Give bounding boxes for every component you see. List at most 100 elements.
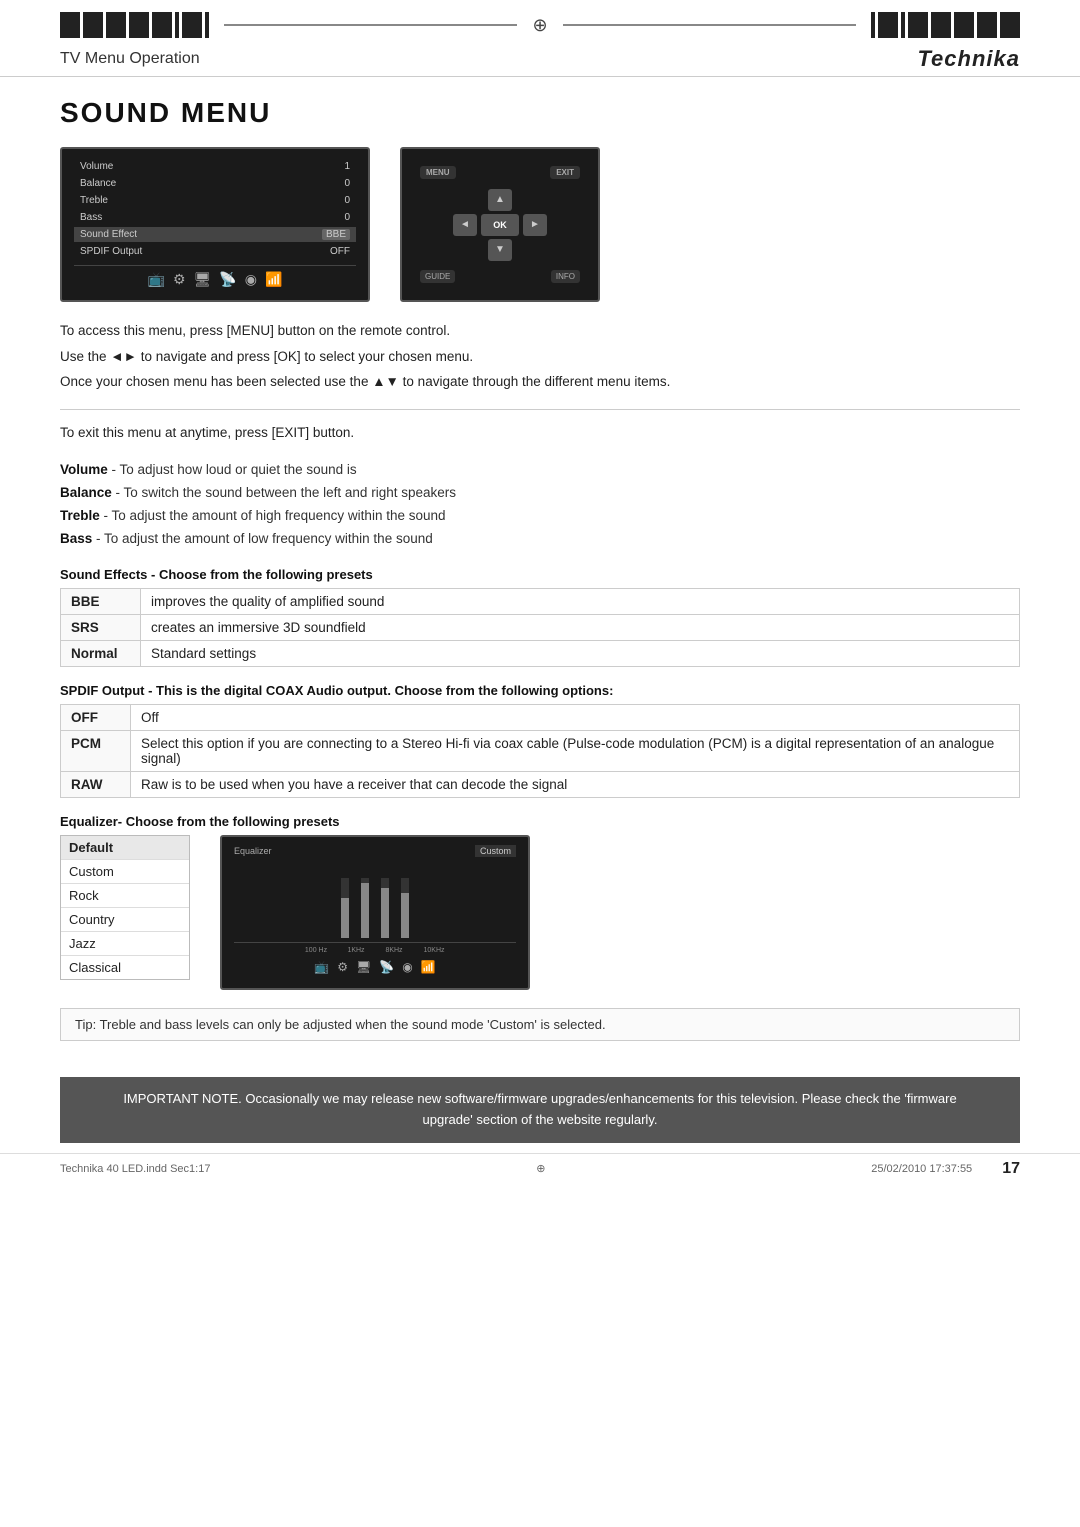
footer-center-icon: ⊕ — [536, 1162, 545, 1175]
subtitle-bar: TV Menu Operation Technika — [0, 38, 1080, 77]
rstripe-thin-2 — [901, 12, 905, 38]
remote-guide-btn: GUIDE — [420, 270, 455, 283]
sound-effects-desc-normal: Standard settings — [141, 641, 1020, 667]
stripe-4 — [129, 12, 149, 38]
stripe-thin-1 — [175, 12, 179, 38]
rstripe-2 — [908, 12, 928, 38]
stripe-5 — [152, 12, 172, 38]
eq-bar-2 — [361, 878, 369, 938]
eq-bottom-icons: 📺 ⚙ 🖥 📡 ◉ 📶 — [234, 960, 516, 974]
eq-preset-default[interactable]: Default — [61, 836, 189, 860]
sound-effects-row-bbe: BBE improves the quality of amplified so… — [61, 589, 1020, 615]
desc-treble: Treble - To adjust the amount of high fr… — [60, 505, 1020, 528]
instruction-line4: To exit this menu at anytime, press [EXI… — [60, 422, 1020, 444]
eq-preset-country[interactable]: Country — [61, 908, 189, 932]
menu-row-spdif: SPDIF Output OFF — [74, 244, 356, 259]
remote-menu-btn: MENU — [420, 166, 456, 179]
sound-effects-name-normal: Normal — [61, 641, 141, 667]
stripe-2 — [83, 12, 103, 38]
important-note: IMPORTANT NOTE. Occasionally we may rele… — [60, 1077, 1020, 1143]
footer-page-number: 17 — [1002, 1160, 1020, 1178]
sound-effects-name-srs: SRS — [61, 615, 141, 641]
remote-screenshot: MENU EXIT ▲ ◄ OK ► ▼ GUIDE INFO — [400, 147, 600, 302]
menu-bottom-icons: 📺 ⚙ 🖥 📡 ◉ 📶 — [74, 265, 356, 288]
spdif-name-raw: RAW — [61, 772, 131, 798]
eq-preset-jazz[interactable]: Jazz — [61, 932, 189, 956]
header-line-right — [563, 24, 856, 26]
spdif-row-off: OFF Off — [61, 705, 1020, 731]
rstripe-1 — [878, 12, 898, 38]
dpad-up-icon: ▲ — [488, 189, 512, 211]
eq-preset-rock[interactable]: Rock — [61, 884, 189, 908]
header-stripes-left — [60, 12, 209, 38]
subtitle-text: TV Menu Operation — [60, 50, 200, 68]
brand-name: Technika — [917, 46, 1020, 72]
sound-effects-table: BBE improves the quality of amplified so… — [60, 588, 1020, 667]
eq-bars-container — [234, 863, 516, 943]
rstripe-6 — [1000, 12, 1020, 38]
important-note-text: IMPORTANT NOTE. Occasionally we may rele… — [123, 1091, 956, 1127]
menu-row-volume: Volume 1 — [74, 159, 356, 174]
stripe-thin-2 — [205, 12, 209, 38]
divider-1 — [60, 409, 1020, 410]
spdif-name-pcm: PCM — [61, 731, 131, 772]
sound-effects-desc-bbe: improves the quality of amplified sound — [141, 589, 1020, 615]
eq-preset-classical[interactable]: Classical — [61, 956, 189, 979]
icon-antenna: 📡 — [219, 271, 236, 288]
page-title: Sound Menu — [60, 97, 1020, 129]
dpad-ok-btn: OK — [481, 214, 519, 236]
eq-bar-3 — [381, 878, 389, 938]
desc-bass: Bass - To adjust the amount of low frequ… — [60, 528, 1020, 551]
spdif-desc-off: Off — [131, 705, 1020, 731]
dpad-left-icon: ◄ — [453, 214, 477, 236]
spdif-row-pcm: PCM Select this option if you are connec… — [61, 731, 1020, 772]
sound-effects-desc-srs: creates an immersive 3D soundfield — [141, 615, 1020, 641]
eq-bar-4 — [401, 878, 409, 938]
descriptions-section: Volume - To adjust how loud or quiet the… — [60, 459, 1020, 551]
eq-presets-list: Default Custom Rock Country Jazz Classic… — [60, 835, 190, 980]
remote-info-btn: INFO — [551, 270, 580, 283]
rstripe-3 — [931, 12, 951, 38]
icon-settings: ⚙ — [173, 271, 186, 288]
eq-screen-top: Equalizer Custom — [234, 845, 516, 857]
spdif-name-off: OFF — [61, 705, 131, 731]
eq-icon-signal: 📶 — [421, 960, 436, 974]
icon-tv: 📺 — [148, 271, 165, 288]
footer-right-group: 25/02/2010 17:37:55 17 — [871, 1160, 1020, 1178]
footer-left: Technika 40 LED.indd Sec1:17 — [60, 1163, 210, 1175]
instructions-block: To access this menu, press [MENU] button… — [60, 320, 1020, 393]
tip-box: Tip: Treble and bass levels can only be … — [60, 1008, 1020, 1041]
eq-icon-antenna: 📡 — [379, 960, 394, 974]
menu-row-bass: Bass 0 — [74, 210, 356, 225]
spdif-heading: SPDIF Output - This is the digital COAX … — [60, 683, 1020, 698]
footer-right: 25/02/2010 17:37:55 — [871, 1163, 972, 1175]
header-stripes-right — [871, 12, 1020, 38]
stripe-6 — [182, 12, 202, 38]
eq-freq-100hz: 100 Hz — [301, 947, 331, 954]
tv-menu-screenshot: Volume 1 Balance 0 Treble 0 Bass 0 Sound… — [60, 147, 370, 302]
remote-exit-btn: EXIT — [550, 166, 580, 179]
eq-label: Equalizer — [234, 846, 272, 856]
eq-heading: Equalizer- Choose from the following pre… — [60, 814, 1020, 829]
menu-row-balance: Balance 0 — [74, 176, 356, 191]
sound-effects-row-srs: SRS creates an immersive 3D soundfield — [61, 615, 1020, 641]
eq-icon-screen: 🖥 — [356, 960, 371, 974]
remote-top-buttons: MENU EXIT — [410, 166, 590, 179]
eq-freq-10khz: 10KHz — [419, 947, 449, 954]
menu-row-sound-effect: Sound Effect BBE — [74, 227, 356, 242]
desc-balance: Balance - To switch the sound between th… — [60, 482, 1020, 505]
stripe-1 — [60, 12, 80, 38]
icon-screen: 🖥 — [194, 271, 212, 288]
remote-bottom-buttons: GUIDE INFO — [410, 270, 590, 283]
spdif-table: OFF Off PCM Select this option if you ar… — [60, 704, 1020, 798]
instruction-line3: Once your chosen menu has been selected … — [60, 371, 1020, 393]
eq-preset-custom[interactable]: Custom — [61, 860, 189, 884]
menu-row-treble: Treble 0 — [74, 193, 356, 208]
sound-effects-name-bbe: BBE — [61, 589, 141, 615]
eq-freq-1khz: 1KHz — [343, 947, 369, 954]
sound-effects-row-normal: Normal Standard settings — [61, 641, 1020, 667]
header-decoration: ⊕ — [0, 0, 1080, 38]
eq-freq-8khz: 8KHz — [381, 947, 407, 954]
header-line-left — [224, 24, 517, 26]
eq-type: Custom — [475, 845, 516, 857]
